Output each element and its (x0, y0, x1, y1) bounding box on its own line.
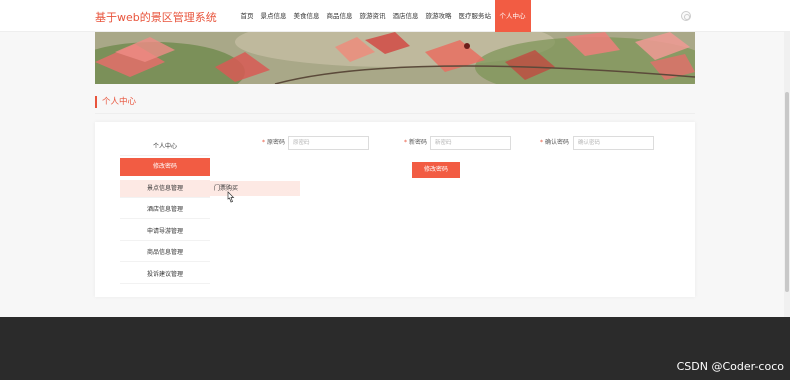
old-password-input[interactable] (288, 136, 369, 150)
page-scrollbar[interactable] (784, 32, 790, 317)
nav-attractions[interactable]: 景点信息 (257, 0, 290, 32)
nav-goods[interactable]: 商品信息 (323, 0, 356, 32)
sidebar-item-goods-management[interactable]: 商品信息管理 (120, 244, 210, 262)
nav-medical-station[interactable]: 医疗服务站 (455, 0, 495, 32)
nav-hotels[interactable]: 酒店信息 (389, 0, 422, 32)
site-title[interactable]: 基于web的景区管理系统 (95, 9, 217, 25)
mouse-pointer-icon (227, 191, 235, 203)
attraction-submenu: 门票购买 (210, 181, 300, 196)
new-password-input[interactable] (430, 136, 511, 150)
flower-banner-illustration (95, 32, 695, 84)
confirm-password-label: * 确认密码 (540, 139, 570, 146)
nav-travel-news[interactable]: 旅游资讯 (356, 0, 389, 32)
scrollbar-thumb[interactable] (785, 92, 789, 292)
csdn-watermark: CSDN @Coder-coco (676, 360, 784, 373)
confirm-password-input[interactable] (573, 136, 654, 150)
sidebar-item-hotel-management[interactable]: 酒店信息管理 (120, 201, 210, 219)
sidebar-item-attraction-management[interactable]: 景点信息管理 (120, 180, 210, 198)
nav-personal-center[interactable]: 个人中心 (494, 0, 531, 32)
top-header: 基于web的景区管理系统 首页 景点信息 美食信息 商品信息 旅游资讯 酒店信息… (0, 0, 790, 32)
page-title: 个人中心 (95, 96, 136, 108)
new-password-label: * 新密码 (404, 139, 428, 146)
sidebar-item-personal-center[interactable]: 个人中心 (120, 138, 210, 156)
old-password-label: * 原密码 (262, 139, 286, 146)
nav-food[interactable]: 美食信息 (290, 0, 323, 32)
sidebar-item-complaint-management[interactable]: 投诉建议管理 (120, 266, 210, 284)
page-footer (0, 317, 790, 380)
user-avatar-icon[interactable] (681, 11, 691, 21)
title-divider (95, 113, 695, 114)
banner-image (95, 32, 695, 84)
sidebar-item-guide-application-management[interactable]: 申请导游管理 (120, 223, 210, 241)
nav-travel-guides[interactable]: 旅游攻略 (422, 0, 455, 32)
sidebar-item-change-password[interactable]: 修改密码 (120, 158, 210, 176)
main-nav: 首页 景点信息 美食信息 商品信息 旅游资讯 酒店信息 旅游攻略 医疗服务站 个… (237, 0, 531, 32)
nav-home[interactable]: 首页 (237, 0, 257, 32)
change-password-button[interactable]: 修改密码 (412, 162, 460, 178)
